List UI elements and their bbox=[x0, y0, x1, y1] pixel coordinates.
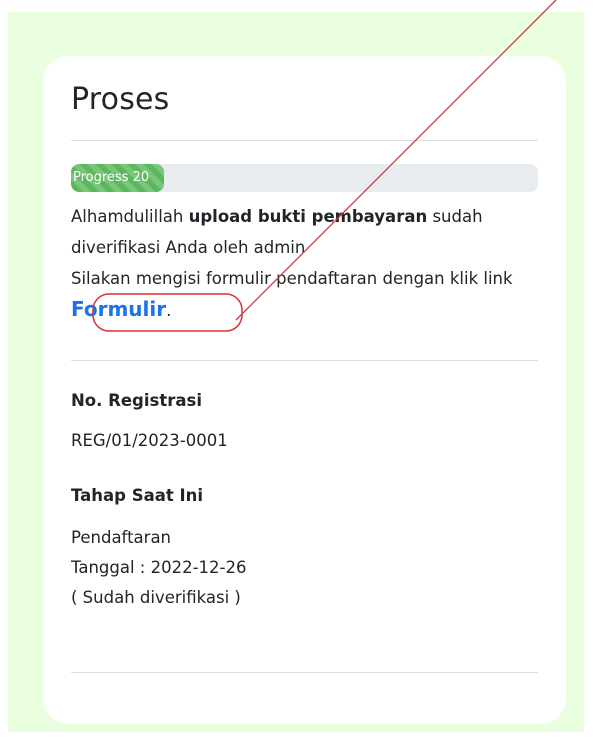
stage-status: ( Sudah diverifikasi ) bbox=[71, 588, 241, 607]
message-bold: upload bukti pembayaran bbox=[188, 207, 428, 226]
stage-label: Tahap Saat Ini bbox=[71, 486, 204, 505]
stage-name: Pendaftaran bbox=[71, 528, 172, 547]
registration-label: No. Registrasi bbox=[71, 391, 202, 410]
progress-label: Progress 20 bbox=[73, 170, 150, 185]
stage-date: Tanggal : 2022-12-26 bbox=[71, 558, 247, 577]
divider bbox=[71, 672, 538, 673]
divider bbox=[71, 360, 538, 361]
card-title: Proses bbox=[71, 82, 170, 117]
verification-message: Alhamdulillah upload bukti pembayaran su… bbox=[71, 201, 541, 326]
process-card: Proses Progress 20 Alhamdulillah upload … bbox=[43, 56, 566, 724]
progress-track: Progress 20 bbox=[71, 164, 538, 192]
divider bbox=[71, 140, 538, 141]
message-trailing: . bbox=[166, 301, 172, 320]
registration-value: REG/01/2023-0001 bbox=[71, 431, 228, 450]
formulir-link[interactable]: Formulir bbox=[71, 297, 166, 321]
progress-bar: Progress 20 bbox=[71, 164, 165, 192]
stage-info: Pendaftaran Tanggal : 2022-12-26 ( Sudah… bbox=[71, 523, 247, 613]
message-text-1: Alhamdulillah bbox=[71, 207, 189, 226]
message-instruction: Silakan mengisi formulir pendaftaran den… bbox=[71, 269, 513, 288]
